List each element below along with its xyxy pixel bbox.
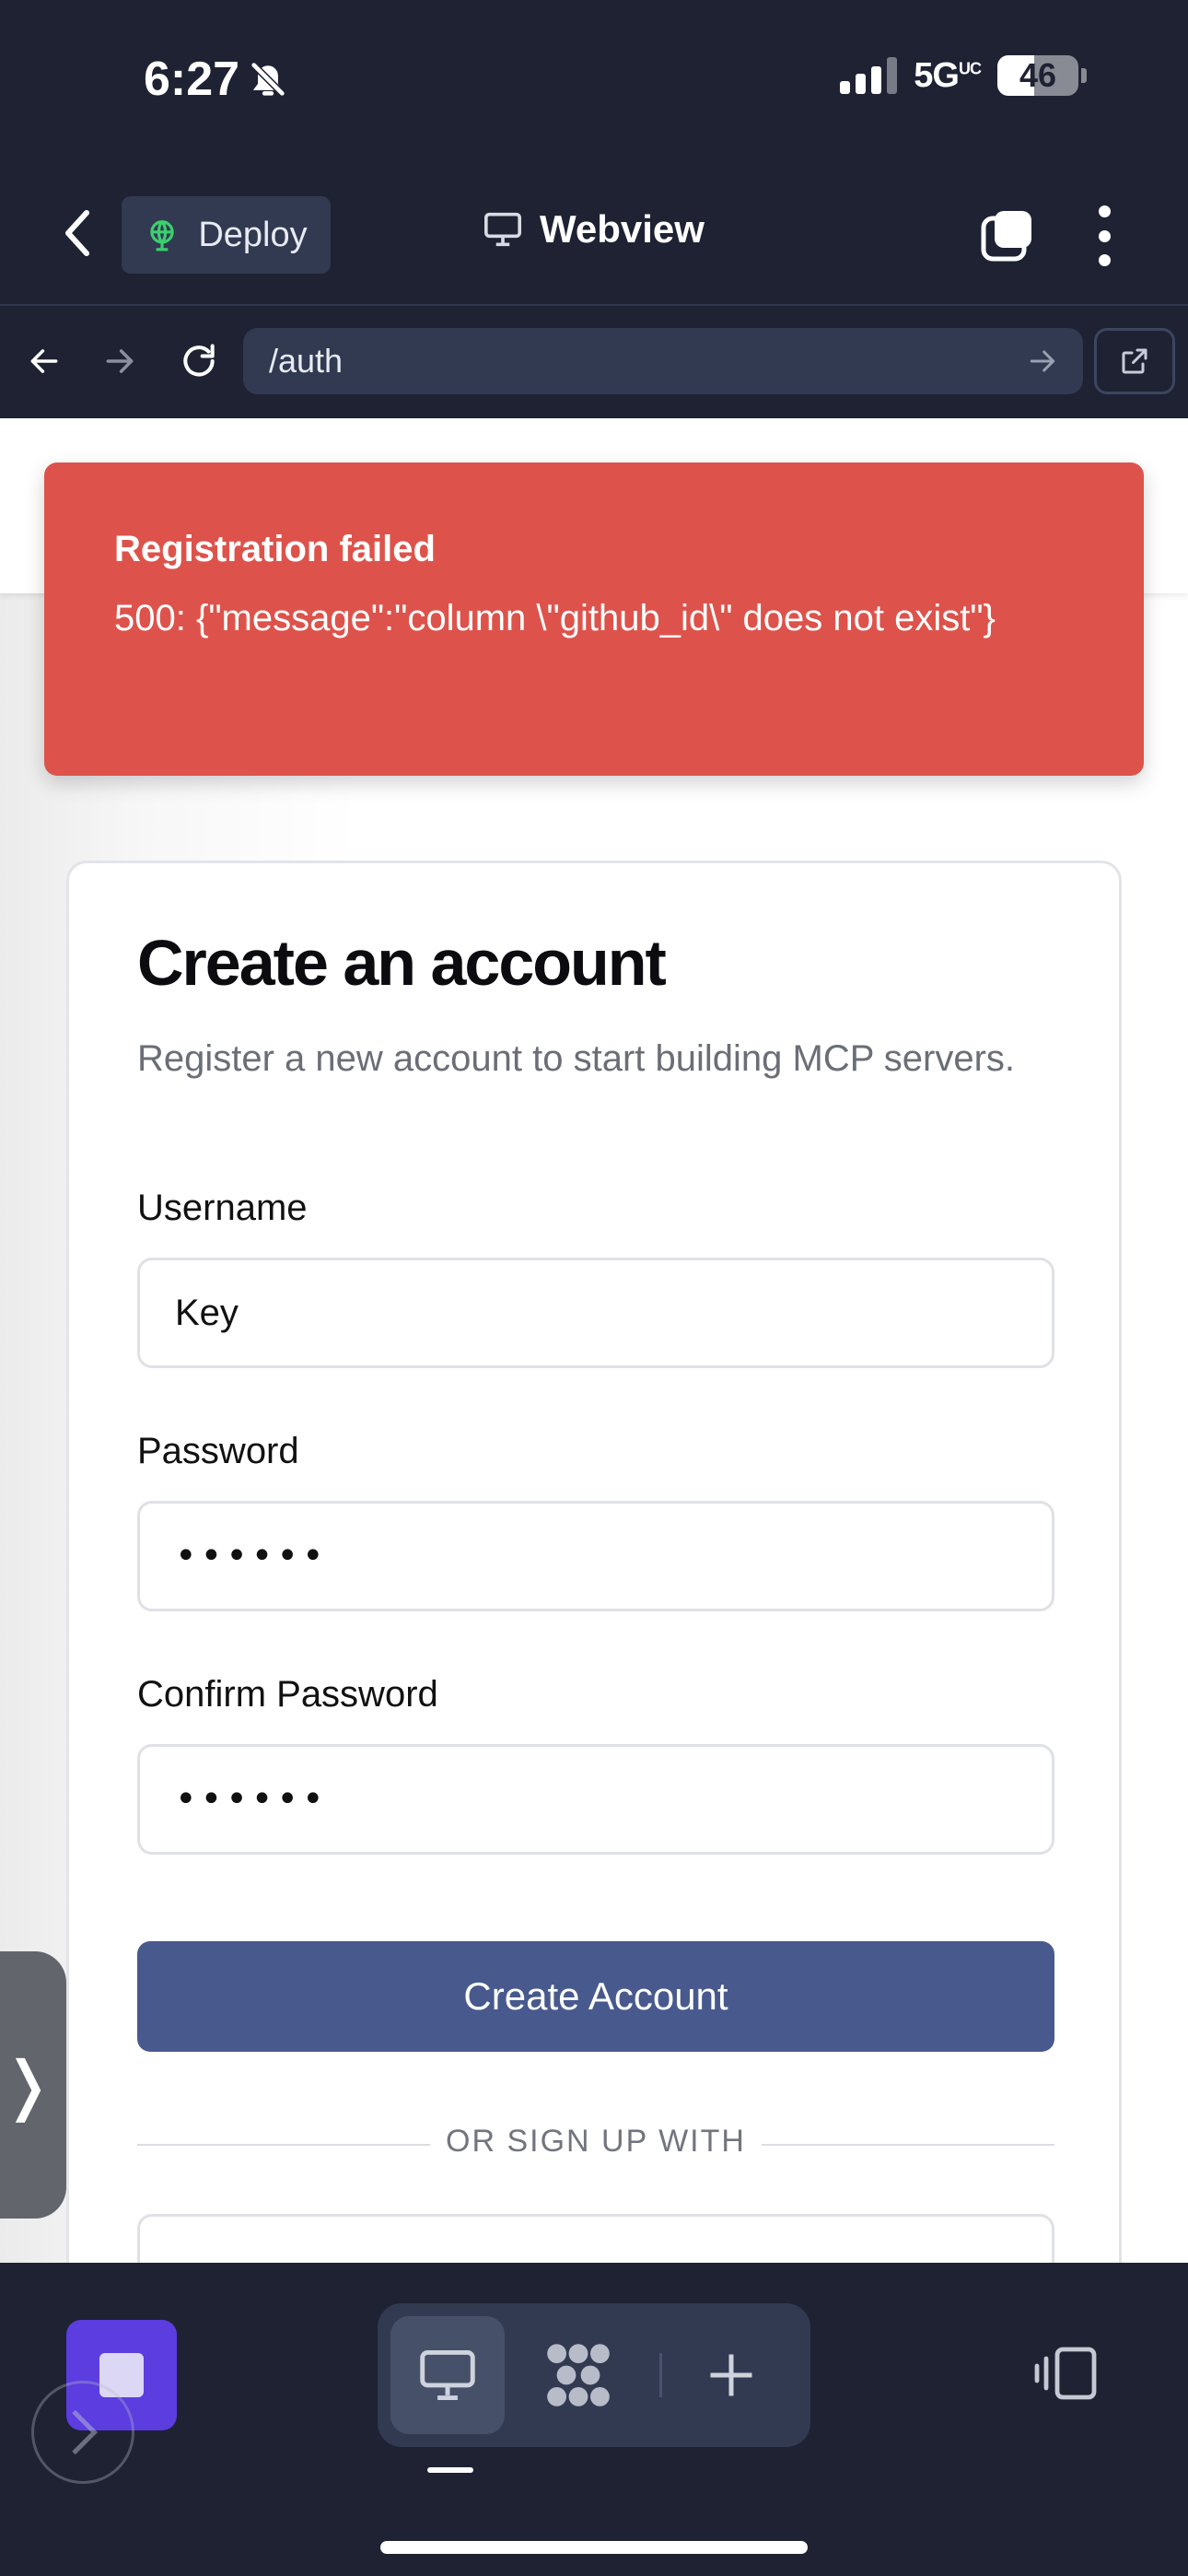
external-link-button[interactable] <box>1094 328 1175 394</box>
username-value: Key <box>175 1292 239 1333</box>
grid-dots-icon <box>547 2344 610 2406</box>
network-type: 5GUC <box>914 55 982 95</box>
register-card: Create an account Register a new account… <box>66 861 1122 2263</box>
monitor-icon <box>420 2350 475 2400</box>
chevron-right-icon: ❭ <box>0 2049 55 2121</box>
form-subtitle: Register a new account to start building… <box>137 1038 1016 1079</box>
bell-slash-icon <box>250 61 286 98</box>
plus-icon <box>710 2354 752 2396</box>
url-text: /auth <box>269 342 344 380</box>
deploy-button[interactable]: Deploy <box>122 196 331 274</box>
clock: 6:27 <box>144 53 240 106</box>
arrow-right-icon[interactable] <box>92 334 147 389</box>
external-link-icon <box>1122 348 1147 374</box>
confirm-password-value: •••••• <box>175 1778 328 1821</box>
username-field[interactable]: Key <box>137 1258 1054 1368</box>
reload-icon[interactable] <box>171 334 227 389</box>
status-time: 6:27 <box>144 52 289 107</box>
toast-message: 500: {"message":"column \"github_id\" do… <box>114 598 996 638</box>
username-label: Username <box>137 1188 308 1228</box>
tabs-icon[interactable] <box>980 207 1035 263</box>
side-drawer-handle[interactable]: ❭ <box>0 1951 66 2219</box>
deploy-label: Deploy <box>198 215 308 254</box>
app-header: Deploy Webview <box>0 161 1188 306</box>
toast-title: Registration failed <box>114 529 436 569</box>
add-tab-button[interactable] <box>674 2316 788 2434</box>
more-vertical-icon[interactable] <box>1092 205 1116 266</box>
chevron-left-icon[interactable] <box>55 207 101 259</box>
view-switcher <box>378 2303 810 2447</box>
error-toast[interactable]: Registration failed 500: {"message":"col… <box>44 463 1144 776</box>
go-arrow-icon[interactable] <box>1024 343 1061 380</box>
bottom-toolbar <box>0 2263 1188 2576</box>
home-indicator <box>380 2541 808 2554</box>
arrow-left-icon[interactable] <box>17 334 72 389</box>
confirm-password-field[interactable]: •••••• <box>137 1744 1054 1855</box>
status-indicators: 5GUC 46 <box>840 55 1087 96</box>
signup-divider: OR SIGN UP WITH <box>137 2124 1054 2164</box>
page-title: Webview <box>483 207 705 252</box>
workspace-tab[interactable] <box>521 2316 635 2434</box>
create-account-button[interactable]: Create Account <box>137 1941 1054 2052</box>
side-panel-icon[interactable] <box>1033 2344 1100 2403</box>
signal-icon <box>840 57 898 94</box>
monitor-icon <box>484 212 521 247</box>
battery-level: 46 <box>1019 56 1057 94</box>
active-tab-indicator <box>427 2467 473 2473</box>
url-toolbar: /auth <box>0 306 1188 418</box>
globe-icon <box>150 220 175 252</box>
webview-content: Create an account Register a new account… <box>0 418 1188 2263</box>
battery-icon: 46 <box>997 55 1087 96</box>
webview-tab[interactable] <box>390 2316 505 2434</box>
oauth-button[interactable] <box>137 2214 1054 2263</box>
confirm-password-label: Confirm Password <box>137 1674 438 1715</box>
form-title: Create an account <box>137 927 667 999</box>
password-value: •••••• <box>175 1535 328 1577</box>
divider-text: OR SIGN UP WITH <box>446 2124 746 2159</box>
status-bar: 6:27 5GUC 46 <box>0 0 1188 161</box>
url-input[interactable]: /auth <box>243 328 1083 394</box>
password-label: Password <box>137 1431 299 1471</box>
password-field[interactable]: •••••• <box>137 1501 1054 1611</box>
assistive-touch-icon[interactable] <box>31 2381 134 2484</box>
segment-separator <box>659 2353 662 2397</box>
page-title-text: Webview <box>540 207 705 251</box>
